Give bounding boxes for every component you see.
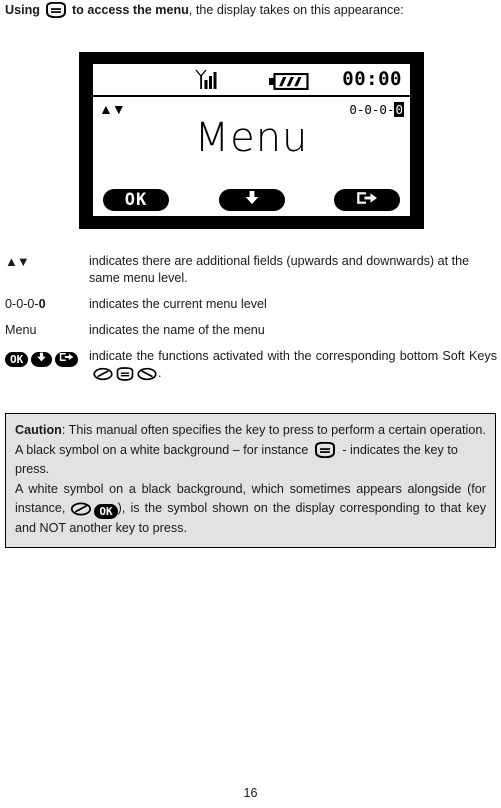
softkey-ok[interactable]: OK [103,189,169,211]
legend-desc-arrows: indicates there are additional fields (u… [89,254,470,285]
intro-rest: , the display takes on this appearance: [188,3,404,17]
intro-paragraph: Using to access the menu, the display ta… [5,2,497,19]
status-clock: 00:00 [342,68,402,90]
caution-text-2a: A black symbol on a white background – f… [15,443,309,457]
scroll-arrows-indicator: ▲▼ [99,101,126,117]
exit-icon [356,191,378,210]
legend-list: ▲▼ indicates there are additional fields… [5,253,497,391]
device-display-bezel: 00:00 ▲▼ 0-0-0-0 Menu OK [79,52,424,229]
signal-antenna-icon [195,69,221,95]
menu-key-icon [44,2,68,18]
caution-paragraph-1: Caution: This manual often specifies the… [15,421,486,440]
legend-key-softkey-badges: OK [5,348,89,367]
badge-exit-icon [55,352,79,367]
battery-icon [269,72,309,95]
legend-row-softkeys: OK indicate the functions activated with… [5,348,497,382]
caution-box: Caution: This manual often specifies the… [5,413,496,548]
softkey-middle-icon [115,367,135,381]
page-number: 16 [243,786,258,800]
badge-arrow-down-icon [31,352,53,367]
legend-desc-menu-name: indicates the name of the menu [89,323,265,337]
softkey-ok-label: OK [124,189,148,210]
menu-key-icon-example [313,442,337,458]
softkey-right-icon [137,367,157,381]
softkey-left-icon [93,367,113,381]
softkey-exit[interactable] [334,189,400,211]
caution-paragraph-3: A white symbol on a black background, wh… [15,480,486,538]
arrow-down-icon [244,190,260,210]
softkey-left-icon-example [70,502,92,516]
legend-key-menu-level-current: 0 [38,297,46,311]
intro-bold-tail: to access the menu [71,3,189,17]
softkey-down[interactable] [218,189,285,211]
legend-desc-softkeys-text: indicate the functions activated with th… [89,349,497,363]
soft-key-row: OK [97,189,406,211]
device-screen: 00:00 ▲▼ 0-0-0-0 Menu OK [93,64,410,216]
badge-ok-icon: OK [5,352,29,367]
intro-prefix: Using [5,3,40,17]
legend-desc-softkeys: indicate the functions activated with th… [89,348,497,382]
badge-ok-icon-example: OK [94,504,118,519]
legend-desc-softkeys-period: . [158,366,162,380]
caution-text-1: This manual often specifies the key to p… [68,423,486,437]
menu-level-current: 0 [394,102,404,117]
caution-heading: Caution [15,423,62,437]
status-bar: 00:00 [93,64,410,97]
caution-heading-separator: : [61,423,69,437]
legend-key-menu-level: 0-0-0-0 [5,296,89,313]
screen-title: Menu [194,115,309,161]
caution-paragraph-2: A black symbol on a white background – f… [15,441,486,479]
legend-row-menu-name: Menu indicates the name of the menu [5,322,497,339]
legend-key-menu-name: Menu [5,323,37,337]
legend-key-menu-level-prefix: 0-0-0- [5,297,39,311]
menu-level-segments: 0-0-0- [349,102,395,117]
screen-body: ▲▼ 0-0-0-0 Menu OK [93,97,410,216]
legend-row-menu-level: 0-0-0-0 indicates the current menu level [5,296,497,313]
legend-key-arrows: ▲▼ [5,254,30,269]
legend-row-arrows: ▲▼ indicates there are additional fields… [5,253,497,287]
legend-desc-menu-level: indicates the current menu level [89,297,267,311]
menu-level-indicator: 0-0-0-0 [349,102,404,117]
